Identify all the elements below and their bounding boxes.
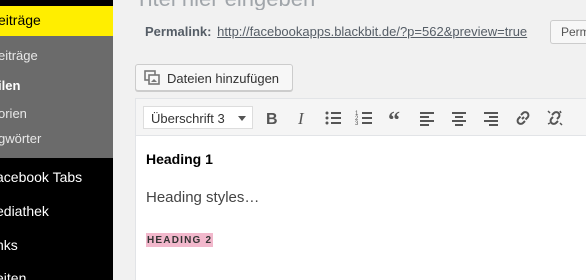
content-heading-2: HEADING 2 xyxy=(146,233,214,247)
add-media-button[interactable]: Dateien hinzufügen xyxy=(135,64,293,91)
permalink-url[interactable]: http://facebookapps.blackbit.de/?p=562&p… xyxy=(217,24,527,39)
sidebar-item-media[interactable]: ediathek xyxy=(0,203,49,219)
numbered-list-icon[interactable]: 123 xyxy=(352,107,376,129)
add-media-label: Dateien hinzufügen xyxy=(167,71,280,86)
content-paragraph: Heading styles… xyxy=(146,189,260,206)
content-editor: Überschrift 3 B I 123 “ Heading 1 Headin… xyxy=(135,98,586,280)
format-select-value: Überschrift 3 xyxy=(151,111,225,126)
permalink-edit-button[interactable]: Perm xyxy=(550,20,586,44)
post-title-input[interactable]: Titel hier eingeben xyxy=(135,0,586,10)
chevron-down-icon xyxy=(238,116,246,121)
sidebar-submenu: eiträge ilen orien gwörter xyxy=(0,36,113,158)
align-center-icon[interactable] xyxy=(447,107,471,129)
editor-content[interactable]: Heading 1 Heading styles… HEADING 2 xyxy=(146,136,586,280)
align-right-icon[interactable] xyxy=(479,107,503,129)
permalink-row: Permalink: http://facebookapps.blackbit.… xyxy=(145,24,527,39)
sidebar-item-pages[interactable]: eiten xyxy=(0,270,26,280)
permalink-label: Permalink: xyxy=(145,24,212,39)
submenu-item-all-posts[interactable]: eiträge xyxy=(0,48,38,63)
submenu-item-tags[interactable]: gwörter xyxy=(0,131,41,146)
italic-icon[interactable]: I xyxy=(290,107,314,129)
sidebar-item-links[interactable]: nks xyxy=(0,237,18,253)
svg-text:I: I xyxy=(297,109,305,127)
blockquote-icon[interactable]: “ xyxy=(384,107,408,129)
editor-toolbar: Überschrift 3 B I 123 “ xyxy=(136,99,586,136)
submenu-item-new-post[interactable]: ilen xyxy=(0,78,20,93)
content-heading-1: Heading 1 xyxy=(146,151,213,167)
unlink-icon[interactable] xyxy=(543,107,567,129)
admin-sidebar: eiträge eiträge ilen orien gwörter acebo… xyxy=(0,0,113,280)
sidebar-item-label: eiträge xyxy=(0,12,41,28)
bullet-list-icon[interactable] xyxy=(321,107,345,129)
bold-icon[interactable]: B xyxy=(259,107,283,129)
post-editor-main: Titel hier eingeben Permalink: http://fa… xyxy=(113,0,586,280)
sidebar-item-posts[interactable]: eiträge xyxy=(0,6,113,36)
align-left-icon[interactable] xyxy=(415,107,439,129)
media-icon xyxy=(144,70,161,86)
submenu-item-categories[interactable]: orien xyxy=(0,106,27,121)
sidebar-item-facebook-tabs[interactable]: acebook Tabs xyxy=(0,169,82,185)
svg-text:3: 3 xyxy=(355,121,359,127)
svg-text:“: “ xyxy=(388,109,400,127)
link-icon[interactable] xyxy=(511,107,535,129)
svg-text:B: B xyxy=(266,111,278,127)
format-select[interactable]: Überschrift 3 xyxy=(143,106,253,129)
